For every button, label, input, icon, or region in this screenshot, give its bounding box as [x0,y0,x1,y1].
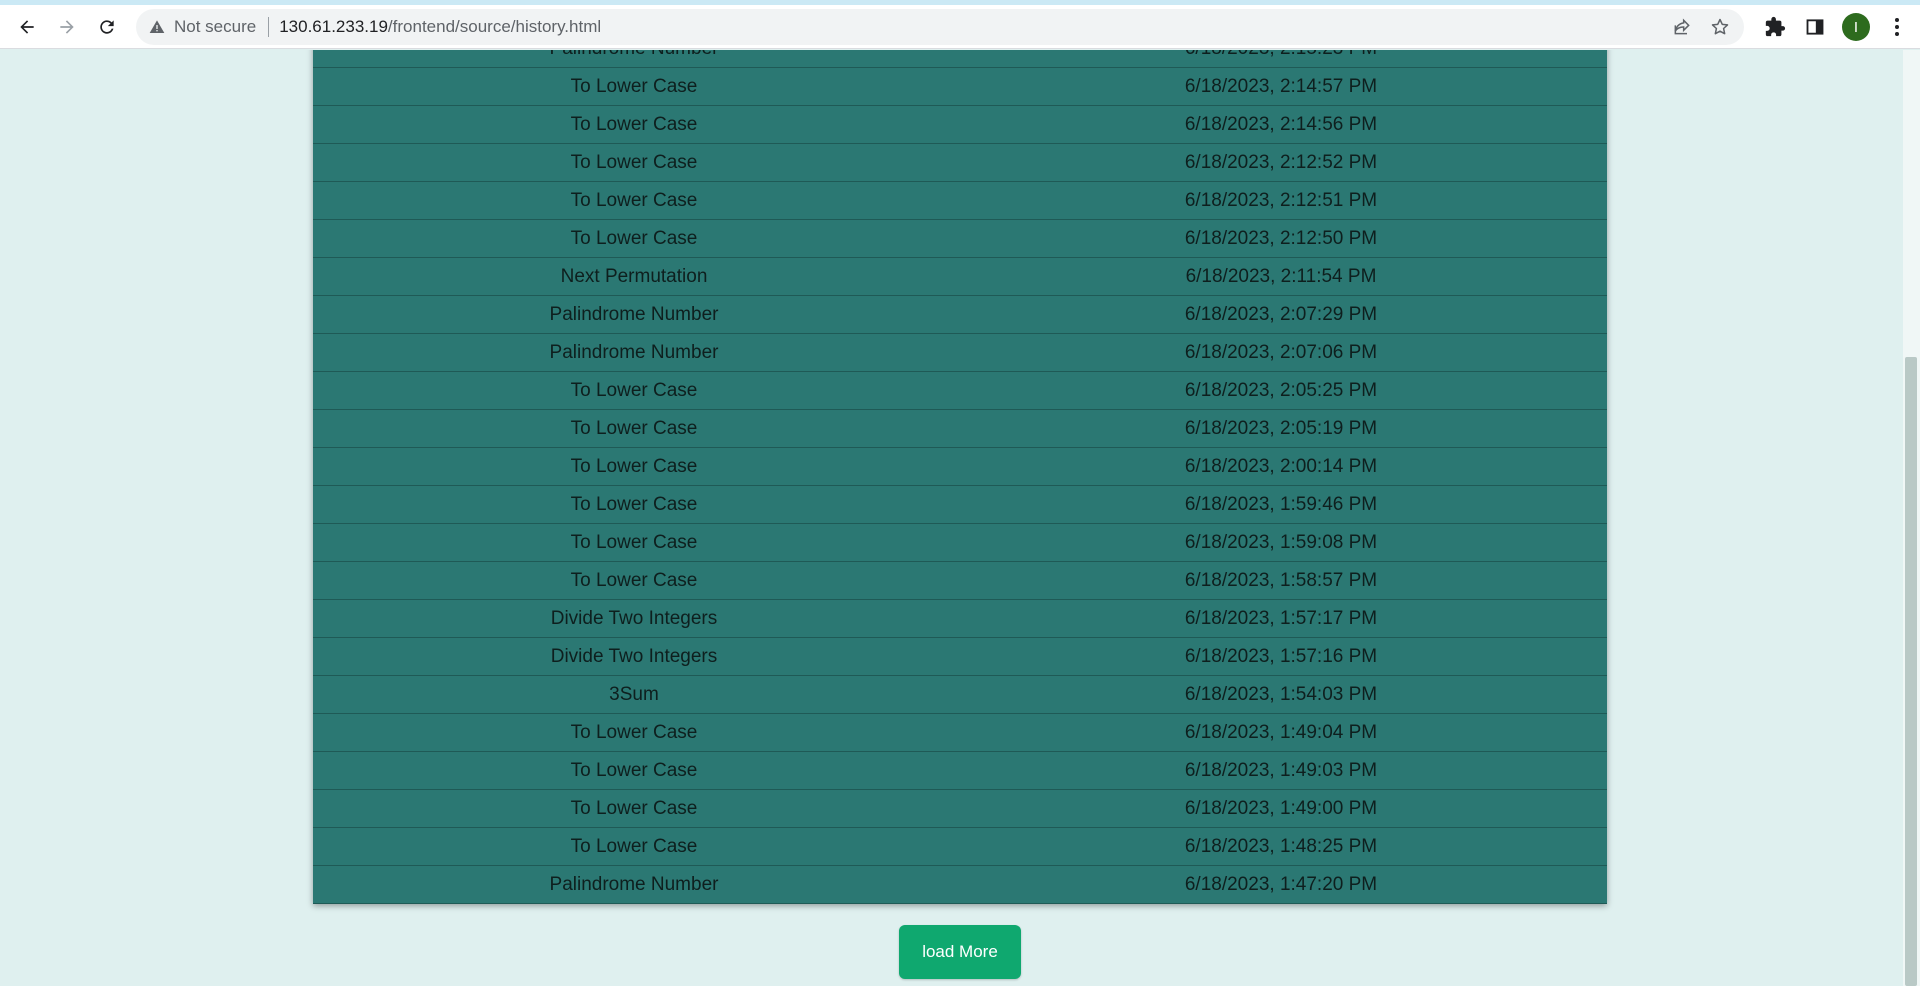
problem-name-cell: Palindrome Number [313,50,955,67]
table-row: Palindrome Number 6/18/2023, 2:07:29 PM [313,296,1607,334]
problem-name-cell: Palindrome Number [549,873,719,895]
side-panel-icon[interactable] [1802,13,1828,41]
timestamp-cell: 6/18/2023, 2:14:57 PM [1184,75,1378,97]
table-row: Palindrome Number6/18/2023, 2:15:23 PM [313,50,1607,68]
share-icon[interactable] [1670,15,1694,39]
table-row: To Lower Case 6/18/2023, 2:12:51 PM [313,182,1607,220]
table-row: To Lower Case 6/18/2023, 1:49:04 PM [313,714,1607,752]
problem-name-cell: Palindrome Number [549,341,719,363]
load-more-button[interactable]: load More [899,925,1021,979]
table-row: To Lower Case 6/18/2023, 1:49:00 PM [313,790,1607,828]
problem-name-cell: To Lower Case [570,113,698,135]
problem-name-cell: To Lower Case [570,189,698,211]
table-row: Divide Two Integers 6/18/2023, 1:57:16 PM [313,638,1607,676]
omnibox-actions [1670,13,1732,41]
problem-name-cell: To Lower Case [570,379,698,401]
timestamp-cell: 6/18/2023, 2:00:14 PM [1184,455,1378,477]
problem-name-cell: Divide Two Integers [550,607,718,629]
problem-name-cell: 3Sum [609,683,659,705]
problem-name-cell: To Lower Case [570,227,698,249]
table-row: To Lower Case 6/18/2023, 1:59:46 PM [313,486,1607,524]
timestamp-cell: 6/18/2023, 2:15:23 PM [955,50,1607,67]
table-row: To Lower Case 6/18/2023, 2:14:56 PM [313,106,1607,144]
forward-arrow-icon [60,20,74,34]
timestamp-cell: 6/18/2023, 1:49:03 PM [1184,759,1378,781]
forward-button[interactable] [52,12,82,42]
timestamp-cell: 6/18/2023, 2:12:50 PM [1184,227,1378,249]
back-button[interactable] [12,12,42,42]
problem-name-cell: To Lower Case [570,721,698,743]
timestamp-cell: 6/18/2023, 2:07:29 PM [1184,303,1378,325]
problem-name-cell: To Lower Case [570,835,698,857]
security-status-label[interactable]: Not secure [174,17,256,37]
browser-toolbar: Not secure 130.61.233.19/frontend/source… [0,5,1920,49]
history-table: Palindrome Number6/18/2023, 2:15:23 PMTo… [313,50,1607,904]
timestamp-cell: 6/18/2023, 2:07:06 PM [1184,341,1378,363]
timestamp-cell: 6/18/2023, 2:05:19 PM [1184,417,1378,439]
table-row: To Lower Case 6/18/2023, 1:58:57 PM [313,562,1607,600]
table-row: To Lower Case 6/18/2023, 2:05:25 PM [313,372,1607,410]
kebab-menu-icon[interactable] [1884,13,1910,41]
timestamp-cell: 6/18/2023, 1:49:04 PM [1184,721,1378,743]
problem-name-cell: To Lower Case [570,455,698,477]
table-row: To Lower Case 6/18/2023, 1:59:08 PM [313,524,1607,562]
timestamp-cell: 6/18/2023, 2:14:56 PM [1184,113,1378,135]
timestamp-cell: 6/18/2023, 1:59:46 PM [1184,493,1378,515]
problem-name-cell: To Lower Case [570,569,698,591]
problem-name-cell: To Lower Case [570,531,698,553]
reload-button[interactable] [92,12,122,42]
timestamp-cell: 6/18/2023, 1:49:00 PM [1184,797,1378,819]
table-row: To Lower Case 6/18/2023, 2:12:52 PM [313,144,1607,182]
problem-name-cell: To Lower Case [570,797,698,819]
reload-icon [100,20,114,34]
table-row: Palindrome Number 6/18/2023, 2:07:06 PM [313,334,1607,372]
warning-triangle-icon [148,18,166,36]
timestamp-cell: 6/18/2023, 2:11:54 PM [1185,265,1377,287]
problem-name-cell: To Lower Case [570,493,698,515]
page-content: Palindrome Number6/18/2023, 2:15:23 PMTo… [0,50,1903,986]
timestamp-cell: 6/18/2023, 2:12:52 PM [1184,151,1378,173]
table-row: To Lower Case 6/18/2023, 1:48:25 PM [313,828,1607,866]
problem-name-cell: To Lower Case [570,75,698,97]
profile-avatar[interactable]: I [1842,13,1870,41]
timestamp-cell: 6/18/2023, 1:57:17 PM [1184,607,1378,629]
table-row: Palindrome Number 6/18/2023, 1:47:20 PM [313,866,1607,904]
problem-name-cell: To Lower Case [570,759,698,781]
scrollbar-thumb[interactable] [1905,357,1917,986]
table-row: To Lower Case 6/18/2023, 2:12:50 PM [313,220,1607,258]
problem-name-cell: Divide Two Integers [550,645,718,667]
url-text[interactable]: 130.61.233.19/frontend/source/history.ht… [279,17,601,37]
timestamp-cell: 6/18/2023, 1:54:03 PM [1184,683,1378,705]
url-path: /frontend/source/history.html [387,17,602,36]
address-bar[interactable]: Not secure 130.61.233.19/frontend/source… [136,9,1744,45]
browser-extensions-area: I [1762,13,1910,41]
bookmark-star-icon[interactable] [1708,15,1732,39]
problem-name-cell: To Lower Case [570,417,698,439]
table-row: To Lower Case 6/18/2023, 2:00:14 PM [313,448,1607,486]
timestamp-cell: 6/18/2023, 1:47:20 PM [1184,873,1378,895]
timestamp-cell: 6/18/2023, 1:58:57 PM [1184,569,1378,591]
problem-name-cell: To Lower Case [570,151,698,173]
extensions-puzzle-icon[interactable] [1762,13,1788,41]
timestamp-cell: 6/18/2023, 2:05:25 PM [1184,379,1378,401]
problem-name-cell: Next Permutation [560,265,708,287]
table-row: To Lower Case 6/18/2023, 2:05:19 PM [313,410,1607,448]
timestamp-cell: 6/18/2023, 1:48:25 PM [1184,835,1378,857]
table-row: To Lower Case 6/18/2023, 2:14:57 PM [313,68,1607,106]
timestamp-cell: 6/18/2023, 1:59:08 PM [1184,531,1378,553]
url-host: 130.61.233.19 [279,17,388,36]
table-row: Divide Two Integers 6/18/2023, 1:57:17 PM [313,600,1607,638]
timestamp-cell: 6/18/2023, 1:57:16 PM [1184,645,1378,667]
problem-name-cell: Palindrome Number [549,303,719,325]
table-row: To Lower Case 6/18/2023, 1:49:03 PM [313,752,1607,790]
table-row: 3Sum 6/18/2023, 1:54:03 PM [313,676,1607,714]
table-row: Next Permutation 6/18/2023, 2:11:54 PM [313,258,1607,296]
back-arrow-icon [20,20,34,34]
timestamp-cell: 6/18/2023, 2:12:51 PM [1184,189,1378,211]
omnibox-divider [268,17,270,37]
